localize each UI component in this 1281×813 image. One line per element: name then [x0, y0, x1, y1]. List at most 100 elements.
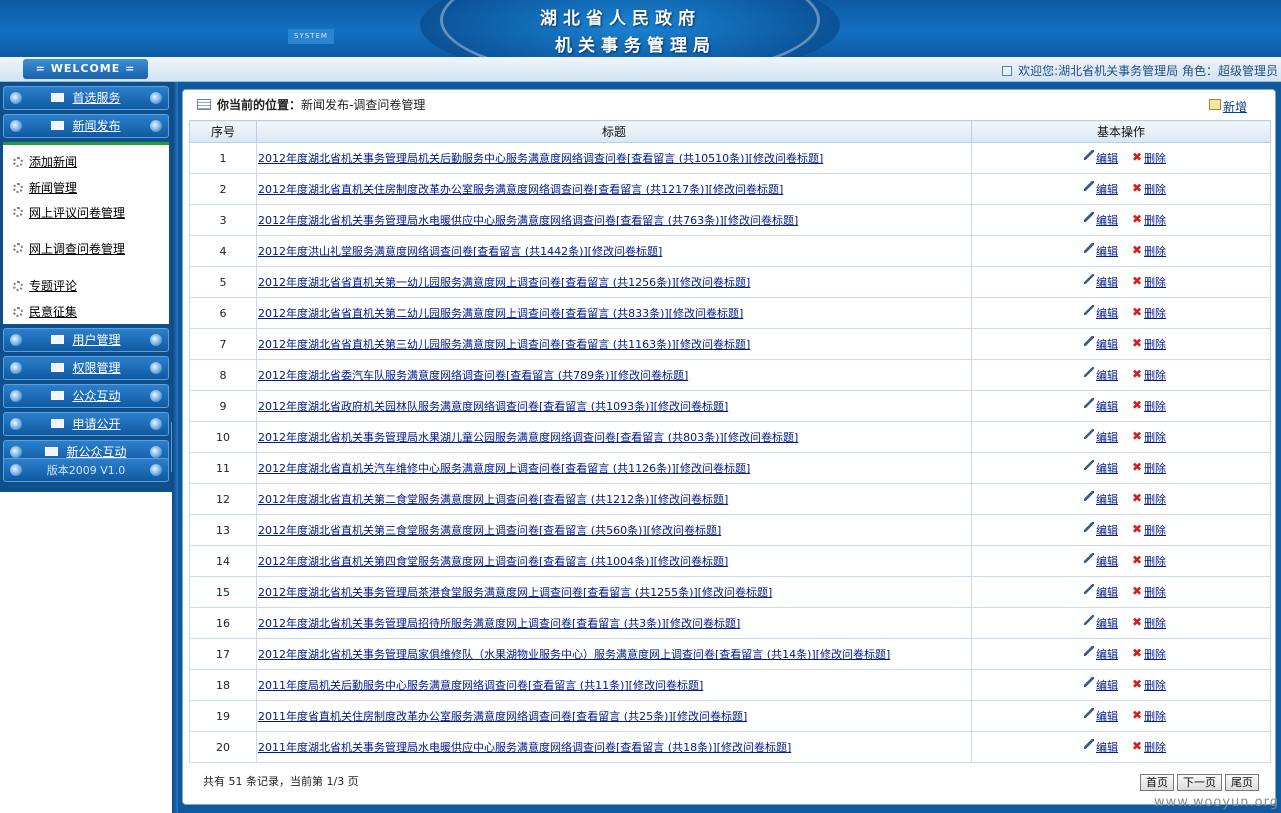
survey-title-link[interactable]: 2012年度湖北省省直机关第一幼儿园服务满意度网上调查问卷[查看留言 (共125… [258, 276, 750, 289]
edit-button[interactable]: 编辑 [1084, 243, 1118, 259]
submenu-item-news-management[interactable]: 新闻管理 [3, 175, 169, 201]
survey-title-link[interactable]: 2011年度湖北省机关事务管理局水电暖供应中心服务满意度网络调查问卷[查看留言 … [258, 741, 791, 754]
edit-button[interactable]: 编辑 [1084, 305, 1118, 321]
submenu-item-topic-comments[interactable]: 专题评论 [3, 273, 169, 299]
survey-title-link[interactable]: 2012年度洪山礼堂服务满意度网络调查问卷[查看留言 (共1442条)][修改问… [258, 245, 662, 258]
sidebar-menu-news-publish[interactable]: 新闻发布 [3, 114, 169, 138]
edit-button[interactable]: 编辑 [1084, 708, 1118, 724]
edit-button[interactable]: 编辑 [1084, 677, 1118, 693]
edit-button[interactable]: 编辑 [1084, 615, 1118, 631]
sidebar-menu-user-management[interactable]: 用户管理 [3, 328, 169, 352]
submenu-item-add-news[interactable]: 添加新闻 [3, 149, 169, 175]
delete-button[interactable]: ✖ 删除 [1132, 460, 1166, 476]
survey-title-link[interactable]: 2012年度湖北省政府机关园林队服务满意度网络调查问卷[查看留言 (共1093条… [258, 400, 728, 413]
delete-button[interactable]: ✖ 删除 [1132, 243, 1166, 259]
edit-button[interactable]: 编辑 [1084, 367, 1118, 383]
submenu-item-public-opinion[interactable]: 民意征集 [3, 299, 169, 325]
table-row: 6 2012年度湖北省省直机关第二幼儿园服务满意度网上调查问卷[查看留言 (共83… [189, 297, 1271, 329]
survey-title-link[interactable]: 2012年度湖北省机关事务管理局水电暖供应中心服务满意度网络调查问卷[查看留言 … [258, 214, 798, 227]
survey-title-link[interactable]: 2011年度局机关后勤服务中心服务满意度网络调查问卷[查看留言 (共11条)][… [258, 679, 703, 692]
delete-button[interactable]: ✖ 删除 [1132, 491, 1166, 507]
delete-label: 删除 [1144, 617, 1167, 630]
edit-button[interactable]: 编辑 [1084, 181, 1118, 197]
sidebar-menu-public-interaction[interactable]: 公众互动 [3, 384, 169, 408]
delete-button[interactable]: ✖ 删除 [1132, 677, 1166, 693]
edit-button[interactable]: 编辑 [1084, 584, 1118, 600]
table-row: 16 2012年度湖北省机关事务管理局招待所服务满意度网上调查问卷[查看留言 (共… [189, 607, 1271, 639]
survey-title-link[interactable]: 2012年度湖北省省直机关第二幼儿园服务满意度网上调查问卷[查看留言 (共833… [258, 307, 743, 320]
pencil-icon [1084, 739, 1094, 749]
edit-button[interactable]: 编辑 [1084, 150, 1118, 166]
survey-title-link[interactable]: 2012年度湖北省机关事务管理局机关后勤服务中心服务满意度网络调查问卷[查看留言… [258, 152, 823, 165]
row-operations: 编辑 ✖ 删除 [971, 576, 1271, 608]
survey-title-link[interactable]: 2012年度湖北省省直机关第三幼儿园服务满意度网上调查问卷[查看留言 (共116… [258, 338, 750, 351]
last-page-button[interactable]: 尾页 [1225, 774, 1259, 791]
bullet-icon [150, 446, 162, 458]
table-row: 10 2012年度湖北省机关事务管理局水果湖儿童公园服务满意度网络调查问卷[查看留… [189, 421, 1271, 453]
edit-button[interactable]: 编辑 [1084, 460, 1118, 476]
delete-button[interactable]: ✖ 删除 [1132, 212, 1166, 228]
edit-button[interactable]: 编辑 [1084, 212, 1118, 228]
next-page-button[interactable]: 下一页 [1177, 774, 1222, 791]
survey-title-link[interactable]: 2012年度湖北省机关事务管理局水果湖儿童公园服务满意度网络调查问卷[查看留言 … [258, 431, 798, 444]
delete-button[interactable]: ✖ 删除 [1132, 305, 1166, 321]
bullet-icon [10, 446, 22, 458]
survey-title-link[interactable]: 2012年度湖北省机关事务管理局家俱维修队（水果湖物业服务中心）服务满意度网上调… [258, 648, 890, 661]
delete-button[interactable]: ✖ 删除 [1132, 584, 1166, 600]
row-operations: 编辑 ✖ 删除 [971, 390, 1271, 422]
edit-button[interactable]: 编辑 [1084, 522, 1118, 538]
submenu-item-evaluation-survey[interactable]: 网上评议问卷管理 [3, 201, 169, 237]
delete-button[interactable]: ✖ 删除 [1132, 429, 1166, 445]
submenu-item-online-survey[interactable]: 网上调查问卷管理 [3, 237, 169, 273]
edit-button[interactable]: 编辑 [1084, 739, 1118, 755]
survey-title-link[interactable]: 2012年度湖北省机关事务管理局茶港食堂服务满意度网上调查问卷[查看留言 (共1… [258, 586, 772, 599]
survey-title-link[interactable]: 2012年度湖北省直机关住房制度改革办公室服务满意度网络调查问卷[查看留言 (共… [258, 183, 783, 196]
list-icon [197, 99, 211, 110]
pencil-icon [1084, 243, 1094, 253]
sidebar-menu-label: 用户管理 [72, 333, 121, 347]
row-number: 5 [189, 266, 257, 298]
row-operations: 编辑 ✖ 删除 [971, 452, 1271, 484]
delete-button[interactable]: ✖ 删除 [1132, 274, 1166, 290]
sidebar-menu-preferred-services[interactable]: 首选服务 [3, 86, 169, 110]
delete-x-icon: ✖ [1132, 677, 1143, 691]
edit-button[interactable]: 编辑 [1084, 429, 1118, 445]
delete-button[interactable]: ✖ 删除 [1132, 150, 1166, 166]
delete-button[interactable]: ✖ 删除 [1132, 553, 1166, 569]
first-page-button[interactable]: 首页 [1140, 774, 1174, 791]
survey-title-link[interactable]: 2012年度湖北省直机关第二食堂服务满意度网上调查问卷[查看留言 (共1212条… [258, 493, 728, 506]
add-new-button[interactable]: 新增 [1208, 98, 1247, 115]
app-header: SYSTEM 湖北省人民政府 机关事务管理局 [0, 0, 1281, 57]
delete-button[interactable]: ✖ 删除 [1132, 367, 1166, 383]
survey-title-link[interactable]: 2012年度湖北省直机关第三食堂服务满意度网上调查问卷[查看留言 (共560条)… [258, 524, 721, 537]
row-number: 9 [189, 390, 257, 422]
delete-button[interactable]: ✖ 删除 [1132, 646, 1166, 662]
delete-button[interactable]: ✖ 删除 [1132, 522, 1166, 538]
sidebar-menu-disclosure-request[interactable]: 申请公开 [3, 412, 169, 436]
add-icon [1208, 99, 1221, 110]
delete-x-icon: ✖ [1132, 584, 1143, 598]
survey-title-link[interactable]: 2012年度湖北省委汽车队服务满意度网络调查问卷[查看留言 (共789条)][修… [258, 369, 688, 382]
edit-button[interactable]: 编辑 [1084, 646, 1118, 662]
delete-button[interactable]: ✖ 删除 [1132, 739, 1166, 755]
delete-button[interactable]: ✖ 删除 [1132, 336, 1166, 352]
survey-title-link[interactable]: 2012年度湖北省直机关第四食堂服务满意度网上调查问卷[查看留言 (共1004条… [258, 555, 728, 568]
delete-button[interactable]: ✖ 删除 [1132, 708, 1166, 724]
survey-title-link[interactable]: 2012年度湖北省机关事务管理局招待所服务满意度网上调查问卷[查看留言 (共3条… [258, 617, 740, 630]
edit-button[interactable]: 编辑 [1084, 336, 1118, 352]
edit-button[interactable]: 编辑 [1084, 553, 1118, 569]
edit-button[interactable]: 编辑 [1084, 274, 1118, 290]
edit-button[interactable]: 编辑 [1084, 398, 1118, 414]
edit-button[interactable]: 编辑 [1084, 491, 1118, 507]
survey-title-link[interactable]: 2011年度省直机关住房制度改革办公室服务满意度网络调查问卷[查看留言 (共25… [258, 710, 747, 723]
row-number: 10 [189, 421, 257, 453]
pencil-icon [1084, 677, 1094, 687]
survey-title-link[interactable]: 2012年度湖北省直机关汽车维修中心服务满意度网上调查问卷[查看留言 (共112… [258, 462, 750, 475]
row-number: 20 [189, 731, 257, 763]
delete-button[interactable]: ✖ 删除 [1132, 181, 1166, 197]
delete-button[interactable]: ✖ 删除 [1132, 398, 1166, 414]
delete-button[interactable]: ✖ 删除 [1132, 615, 1166, 631]
column-header-operations: 基本操作 [971, 120, 1271, 143]
sidebar-menu-permission-management[interactable]: 权限管理 [3, 356, 169, 380]
row-operations: 编辑 ✖ 删除 [971, 235, 1271, 267]
